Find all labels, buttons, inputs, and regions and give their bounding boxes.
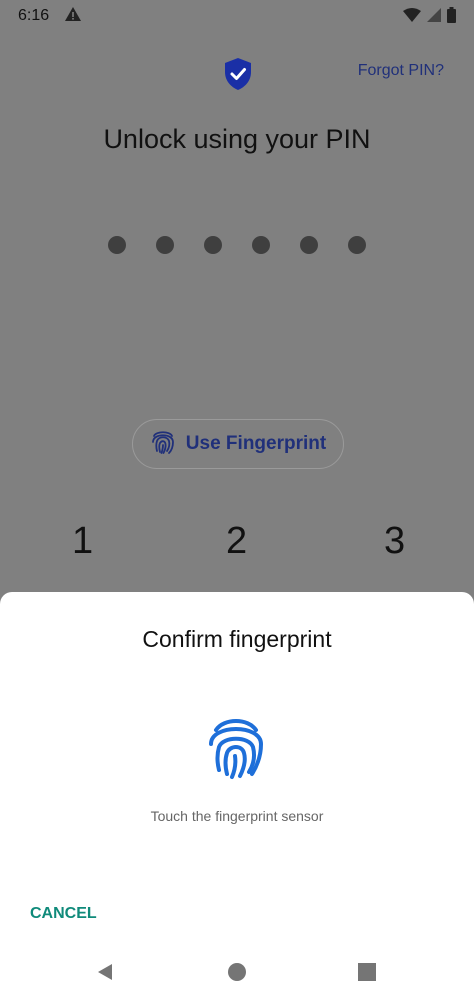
fingerprint-icon: [150, 427, 176, 461]
keypad-row-1: 1 2 3: [0, 520, 474, 570]
status-bar: 6:16: [0, 0, 474, 32]
sheet-hint: Touch the fingerprint sensor: [150, 808, 324, 824]
sheet-title: Confirm fingerprint: [142, 626, 332, 652]
shield-check-icon: [224, 57, 252, 91]
use-fingerprint-label: Use Fingerprint: [185, 433, 327, 454]
forgot-pin-link[interactable]: Forgot PIN?: [358, 62, 444, 80]
page-title: Unlock using your PIN: [103, 124, 371, 154]
pin-dot: [300, 236, 318, 254]
navigation-bar: [0, 956, 474, 1000]
use-fingerprint-button[interactable]: Use Fingerprint: [132, 419, 344, 469]
signal-icon: [427, 8, 441, 27]
recents-icon[interactable]: [358, 963, 376, 981]
fingerprint-icon: [206, 714, 266, 780]
cancel-button[interactable]: CANCEL: [30, 905, 97, 923]
pin-dot: [252, 236, 270, 254]
key-3[interactable]: 3: [384, 520, 405, 563]
battery-icon: [447, 7, 456, 28]
pin-dots: [108, 236, 366, 254]
status-icons: [403, 7, 456, 28]
warning-icon: [64, 6, 82, 27]
key-1[interactable]: 1: [72, 520, 93, 563]
key-2[interactable]: 2: [226, 520, 247, 563]
confirm-fingerprint-sheet: Confirm fingerprint Touch the fingerprin…: [0, 592, 474, 1000]
pin-dot: [348, 236, 366, 254]
home-icon[interactable]: [228, 963, 246, 981]
status-time: 6:16: [18, 7, 50, 24]
pin-dot: [156, 236, 174, 254]
back-icon[interactable]: [96, 963, 114, 986]
pin-dot: [108, 236, 126, 254]
pin-dot: [204, 236, 222, 254]
wifi-icon: [403, 8, 421, 27]
